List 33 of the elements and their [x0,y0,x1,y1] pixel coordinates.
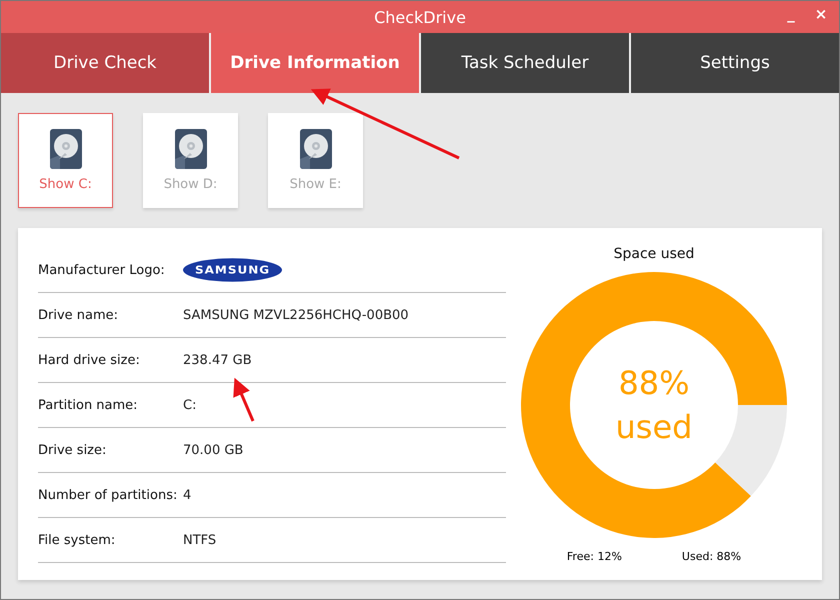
field-value: 238.47 GB [183,352,252,368]
field-label: Drive name: [38,308,120,322]
close-button[interactable]: × [809,5,833,23]
field-value: SAMSUNG MZVL2256HCHQ-00B00 [183,308,409,322]
field-value: 4 [183,488,192,502]
annotation-arrow [233,378,254,422]
drive-card[interactable]: Show C: [18,113,113,208]
window-title: CheckDrive [374,8,466,26]
manufacturer-logo: SAMSUNG [183,258,282,282]
legend-label: Used: 88% [682,550,742,563]
legend-label: Free: 12% [566,550,622,563]
field-label: File system: [38,532,116,548]
field-value: C: [183,398,196,412]
tab[interactable]: Task Scheduler [421,33,631,93]
field-value: NTFS [183,532,216,548]
chart-title: Space used [614,246,694,262]
field-label: Manufacturer Logo: [38,262,166,278]
tab[interactable]: Drive Information [211,33,421,93]
tab[interactable]: Settings [631,33,839,93]
hard-drive-icon [174,129,206,169]
field-label: Number of partitions: [38,488,178,502]
hard-drive-icon [300,129,332,169]
drive-card[interactable]: Show D: [143,113,238,208]
usage-percent: 88% [618,363,690,404]
field-label: Hard drive size: [38,352,141,368]
minimize-button[interactable]: _ [779,5,803,23]
field-label: Drive size: [38,442,108,458]
field-value: 70.00 GB [183,442,244,458]
tab[interactable]: Drive Check [1,33,211,93]
usage-percent: used [616,407,692,448]
hard-drive-icon [50,129,82,169]
field-label: Partition name: [38,398,139,412]
drive-card[interactable]: Show E: [268,113,363,208]
